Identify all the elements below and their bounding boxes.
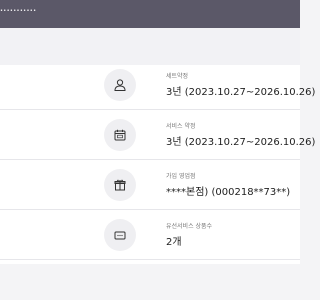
row-value: 3년 (2023.10.27~2026.10.26) [166, 87, 316, 98]
row-label: 세트약정 [166, 73, 189, 80]
person-icon [104, 69, 136, 101]
info-row-sales-branch: 가입 영업점 ****본점) (000218**73**) [0, 165, 300, 210]
row-value: 3년 (2023.10.27~2026.10.26) [166, 137, 316, 148]
page-bottom-area [0, 264, 300, 300]
row-value: ****본점) (000218**73**) [166, 187, 291, 198]
masked-account-text: ••••••••••• [0, 8, 37, 14]
row-label: 서비스 약정 [166, 123, 196, 130]
top-header-bar: ••••••••••• [0, 0, 300, 28]
info-row-service-contract: 서비스 약정 3년 (2023.10.27~2026.10.26) [0, 115, 315, 160]
gift-icon [104, 169, 136, 201]
row-label: 가입 영업점 [166, 173, 196, 180]
info-row-set-contract: 세트약정 3년 (2023.10.27~2026.10.26) [0, 65, 315, 110]
router-icon [104, 219, 136, 251]
section-header-band [0, 28, 300, 66]
row-value: 2개 [166, 237, 182, 248]
calendar-icon [104, 119, 136, 151]
row-label: 유선서비스 상품수 [166, 223, 213, 230]
info-row-wired-product-count: 유선서비스 상품수 2개 [0, 215, 300, 260]
contract-info-card: 세트약정 3년 (2023.10.27~2026.10.26) 서비스 약정 3… [0, 65, 315, 264]
